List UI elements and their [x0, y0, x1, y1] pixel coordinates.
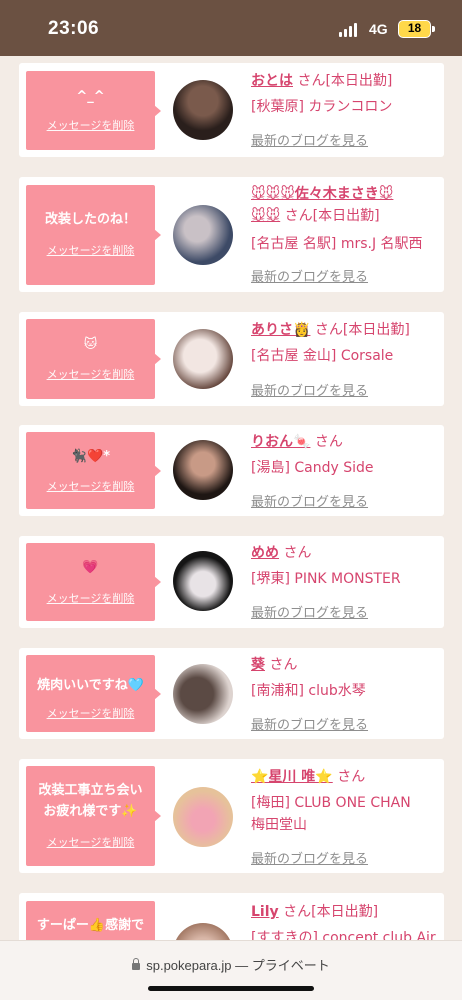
message-text: 焼肉いいですね🩵 [37, 678, 144, 693]
message-card: 焼肉いいですね🩵 メッセージを削除 葵 さん [南浦和] club水琴 最新のブ… [19, 648, 444, 739]
latest-blog-link[interactable]: 最新のブログを見る [251, 380, 368, 399]
message-bubble: 🐈‍⬛❤️‍* メッセージを削除 [26, 432, 161, 509]
status-bar: 23:06 4G 18 [0, 0, 462, 56]
latest-blog-link[interactable]: 最新のブログを見る [251, 491, 368, 510]
avatar[interactable] [173, 664, 233, 724]
message-card: 🐱 メッセージを削除 ありさ👸 さん[本日出勤] [名古屋 金山] Corsal… [19, 312, 444, 406]
lock-icon [132, 958, 141, 970]
girl-name-link[interactable]: ありさ👸 [251, 322, 310, 338]
girl-name-link[interactable]: めめ [251, 545, 279, 561]
shop-name: [名古屋 金山] Corsale [251, 348, 394, 364]
home-indicator[interactable] [148, 986, 314, 991]
message-bubble: 焼肉いいですね🩵 メッセージを削除 [26, 655, 161, 732]
delete-message-link[interactable]: メッセージを削除 [26, 366, 155, 382]
shop-name: [湯島] Candy Side [251, 460, 374, 476]
attendance-tag: [本日出勤] [312, 208, 380, 224]
message-card: 💗 メッセージを削除 めめ さん [堺東] PINK MONSTER 最新のブロ… [19, 536, 444, 628]
message-text: 改装工事立ち会い お疲れ様です✨ [38, 783, 143, 819]
avatar[interactable] [173, 440, 233, 500]
message-text: 🐈‍⬛❤️‍* [70, 449, 111, 464]
signal-icon [339, 22, 357, 37]
message-text: 💗 [82, 560, 99, 575]
delete-message-link[interactable]: メッセージを削除 [26, 117, 155, 133]
delete-message-link[interactable]: メッセージを削除 [26, 590, 155, 606]
delete-message-link[interactable]: メッセージを削除 [26, 478, 155, 494]
message-card: すーぱー👍感謝で Lily さん[本日出勤] [すすきの] concept cl… [19, 893, 444, 940]
browser-url-bar[interactable]: sp.pokepara.jp — プライベート [0, 940, 462, 1000]
message-text: すーぱー👍感謝で [36, 918, 145, 933]
message-card: ^_^ メッセージを削除 おとは さん[本日出勤] [秋葉原] カランコロン 最… [19, 63, 444, 157]
message-text: ^_^ [76, 89, 105, 104]
delete-message-link[interactable]: メッセージを削除 [26, 242, 155, 258]
latest-blog-link[interactable]: 最新のブログを見る [251, 266, 368, 285]
message-bubble: 改装工事立ち会い お疲れ様です✨ メッセージを削除 [26, 766, 161, 866]
attendance-tag: [本日出勤] [311, 904, 379, 920]
message-list[interactable]: ^_^ メッセージを削除 おとは さん[本日出勤] [秋葉原] カランコロン 最… [0, 56, 462, 940]
shop-name: [すすきの] concept club Air [251, 930, 436, 940]
shop-name: [秋葉原] カランコロン [251, 99, 393, 115]
shop-name: [梅田] CLUB ONE CHAN [251, 795, 411, 811]
latest-blog-link[interactable]: 最新のブログを見る [251, 130, 368, 149]
shop-name: [南浦和] club水琴 [251, 683, 366, 699]
girl-name-link[interactable]: りおん🍬 [251, 434, 310, 450]
message-bubble: ^_^ メッセージを削除 [26, 71, 161, 150]
message-text: 改装したのね！ [44, 212, 136, 227]
avatar[interactable] [173, 205, 233, 265]
avatar[interactable] [173, 787, 233, 847]
avatar[interactable] [173, 80, 233, 140]
girl-name-link-cont[interactable]: 🐭🐭 [251, 208, 280, 224]
private-mode-label: — プライベート [235, 958, 330, 973]
message-bubble: 💗 メッセージを削除 [26, 543, 161, 621]
url-domain[interactable]: sp.pokepara.jp [146, 958, 231, 973]
attendance-tag: [本日出勤] [342, 322, 410, 338]
status-time: 23:06 [48, 18, 100, 39]
message-bubble: すーぱー👍感謝で [26, 901, 155, 940]
latest-blog-link[interactable]: 最新のブログを見る [251, 848, 368, 867]
battery-icon: 18 [398, 20, 435, 38]
message-card: 改装したのね！ メッセージを削除 🐭🐭🐭佐々木まさき🐭 🐭🐭 さん[本日出勤] … [19, 177, 444, 292]
delete-message-link[interactable]: メッセージを削除 [26, 834, 155, 850]
message-bubble: 🐱 メッセージを削除 [26, 319, 161, 399]
delete-message-link[interactable]: メッセージを削除 [26, 705, 155, 721]
message-bubble: 改装したのね！ メッセージを削除 [26, 185, 161, 285]
latest-blog-link[interactable]: 最新のブログを見る [251, 714, 368, 733]
avatar[interactable] [173, 329, 233, 389]
shop-name: [堺東] PINK MONSTER [251, 571, 401, 587]
attendance-tag: [本日出勤] [325, 73, 393, 89]
shop-area: 梅田堂山 [251, 817, 307, 833]
girl-name-link[interactable]: ⭐星川 唯⭐ [251, 769, 333, 785]
message-card: 改装工事立ち会い お疲れ様です✨ メッセージを削除 ⭐星川 唯⭐ さん [梅田]… [19, 759, 444, 873]
girl-name-link[interactable]: 🐭🐭🐭佐々木まさき🐭 [251, 186, 393, 202]
message-card: 🐈‍⬛❤️‍* メッセージを削除 りおん🍬 さん [湯島] Candy Side… [19, 425, 444, 516]
girl-name-link[interactable]: Lily [251, 904, 279, 920]
girl-name-link[interactable]: おとは [251, 73, 293, 89]
avatar[interactable] [173, 551, 233, 611]
latest-blog-link[interactable]: 最新のブログを見る [251, 602, 368, 621]
network-type: 4G [369, 21, 388, 37]
message-text: 🐱 [83, 337, 98, 352]
avatar[interactable] [173, 923, 233, 940]
girl-name-link[interactable]: 葵 [251, 657, 265, 673]
shop-name: [名古屋 名駅] mrs.J 名駅西 [251, 236, 423, 252]
